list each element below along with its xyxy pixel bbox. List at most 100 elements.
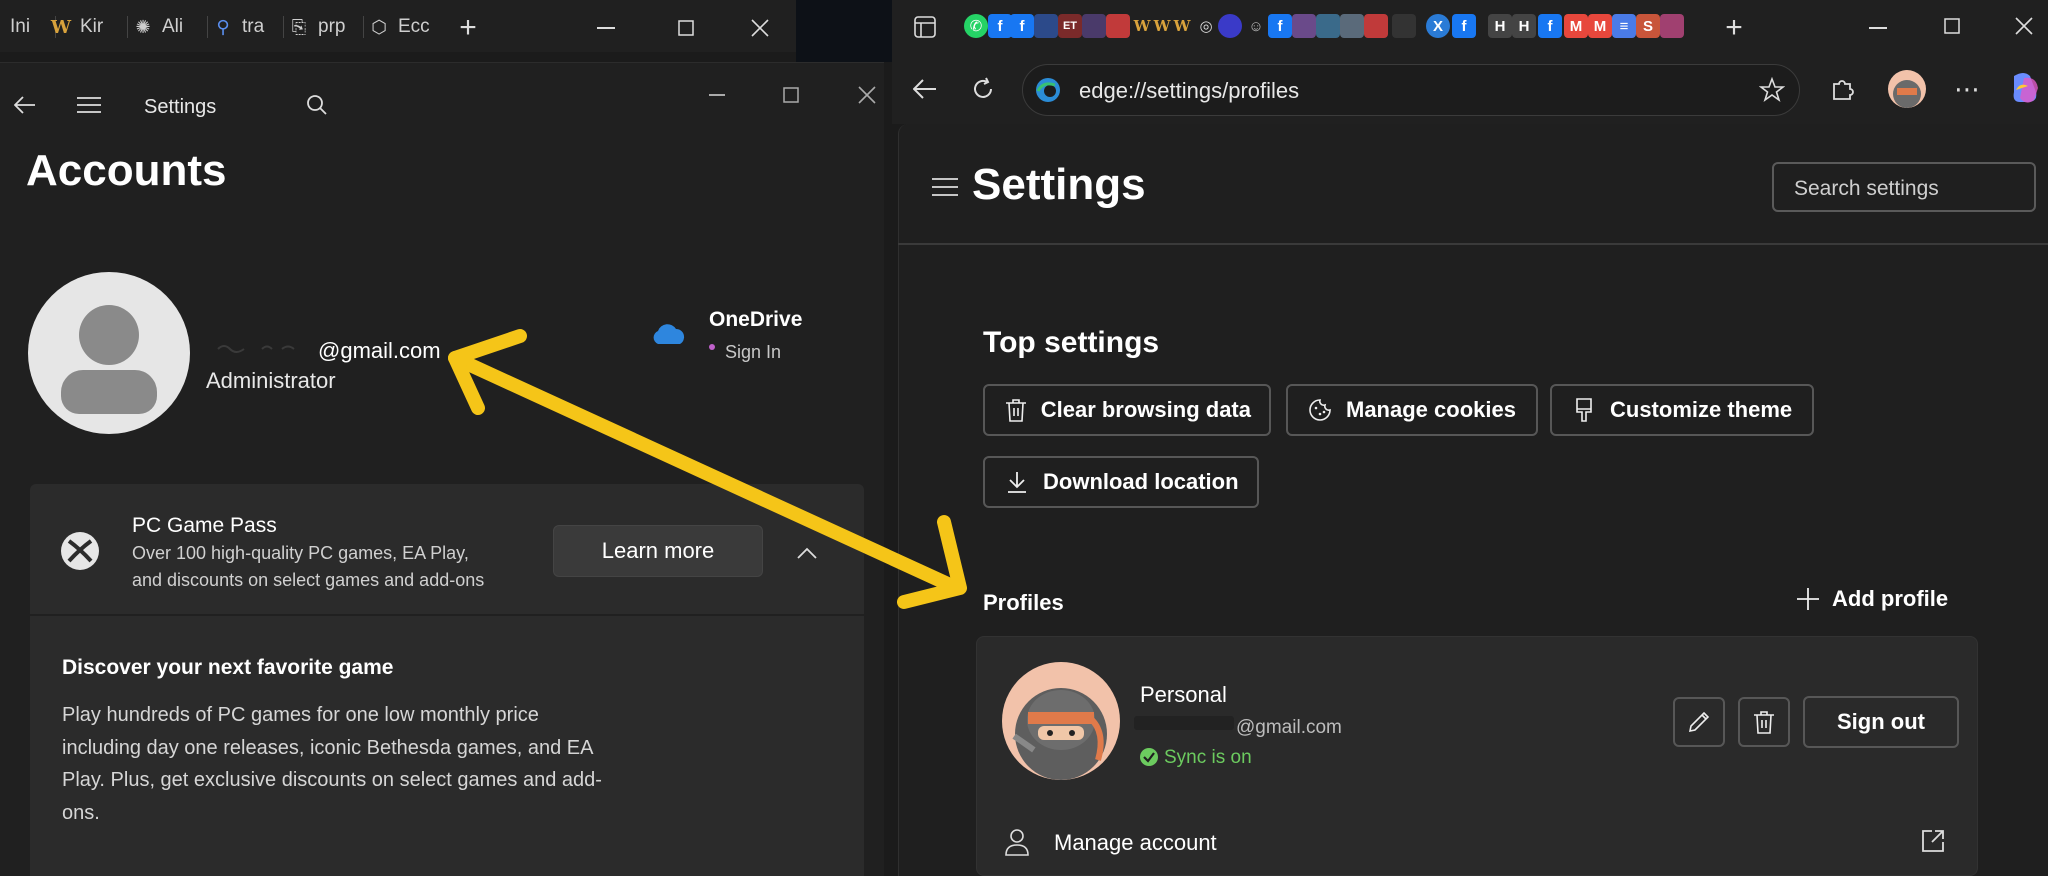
url-text: edge://settings/profiles — [1079, 78, 1300, 103]
site-icon[interactable]: ☺ — [1244, 14, 1268, 38]
delete-profile-button[interactable] — [1738, 697, 1790, 747]
tab-label: Kir — [80, 16, 104, 37]
left-browser-minimize-button[interactable] — [590, 12, 622, 44]
hamburger-menu-icon[interactable] — [74, 90, 104, 120]
left-tab-5[interactable]: ⎘ prp — [288, 10, 364, 44]
site-icon[interactable] — [1660, 14, 1684, 38]
edit-profile-button[interactable] — [1673, 697, 1725, 747]
discover-line3: Play. Plus, get exclusive discounts on s… — [62, 769, 602, 791]
copilot-icon[interactable] — [2006, 70, 2044, 113]
button-label: Customize theme — [1610, 397, 1793, 422]
extensions-icon[interactable] — [1826, 72, 1860, 106]
edge-settings-title: Settings — [972, 160, 1146, 209]
discover-line1: Play hundreds of PC games for one low mo… — [62, 704, 539, 726]
facebook-icon[interactable]: f — [1010, 14, 1034, 38]
favorite-star-icon[interactable] — [1758, 76, 1786, 108]
profile-ninja-avatar — [1002, 662, 1120, 780]
download-location-button[interactable]: Download location — [983, 456, 1259, 508]
settings-maximize-button[interactable] — [776, 80, 806, 110]
back-button[interactable] — [10, 90, 40, 120]
search-icon[interactable] — [302, 90, 332, 120]
clear-browsing-data-button[interactable]: Clear browsing data — [983, 384, 1271, 436]
onedrive-title[interactable]: OneDrive — [709, 308, 802, 332]
settings-minimize-button[interactable] — [702, 80, 732, 110]
tab-label: Ali — [162, 16, 184, 37]
edge-back-button[interactable] — [908, 72, 942, 106]
docs-icon[interactable]: ≡ — [1612, 14, 1636, 38]
desktop-gap — [796, 0, 892, 62]
site-icon[interactable]: S — [1636, 14, 1660, 38]
gmail-icon[interactable]: M — [1564, 14, 1588, 38]
site-icon[interactable] — [1106, 14, 1130, 38]
site-icon[interactable] — [1392, 14, 1416, 38]
site-icon[interactable] — [1082, 14, 1106, 38]
discover-line4: ons. — [62, 802, 100, 824]
globe-icon[interactable]: ◎ — [1194, 14, 1218, 38]
gmail-icon[interactable]: M — [1588, 14, 1612, 38]
edge-settings-menu-icon[interactable] — [930, 172, 960, 202]
add-profile-label: Add profile — [1832, 586, 1949, 611]
site-icon[interactable]: ET — [1058, 14, 1082, 38]
game-pass-desc-line2: and discounts on select games and add-on… — [132, 570, 485, 590]
external-link-icon[interactable] — [1920, 828, 1946, 859]
more-options-icon[interactable]: ⋯ — [1950, 72, 1984, 106]
account-avatar — [28, 272, 190, 434]
person-icon — [1004, 828, 1030, 861]
button-label: Manage cookies — [1346, 397, 1516, 422]
site-icon[interactable] — [1364, 14, 1388, 38]
search-settings-placeholder: Search settings — [1794, 177, 1939, 200]
new-tab-button[interactable]: + — [1718, 11, 1750, 44]
edge-close-button[interactable] — [2008, 10, 2040, 42]
tab-label: Ini — [10, 16, 31, 37]
left-tab-4[interactable]: ⚲ tra — [212, 10, 284, 44]
tab-actions-icon[interactable] — [910, 12, 940, 42]
manage-cookies-button[interactable]: Manage cookies — [1286, 384, 1538, 436]
discover-line2: including day one releases, iconic Bethe… — [62, 737, 594, 759]
left-browser-close-button[interactable] — [744, 12, 776, 44]
settings-close-button[interactable] — [852, 80, 882, 110]
address-bar[interactable]: edge://settings/profiles — [1022, 64, 1800, 116]
facebook-icon[interactable]: f — [988, 14, 1012, 38]
left-tab-6[interactable]: ⬡ Ecc — [368, 10, 440, 44]
cloud-icon[interactable] — [1316, 14, 1340, 38]
site-icon[interactable] — [1340, 14, 1364, 38]
add-profile-button[interactable]: Add profile — [1796, 586, 1948, 612]
left-browser-maximize-button[interactable] — [670, 12, 702, 44]
site-icon[interactable]: H — [1512, 14, 1536, 38]
blocked-page-icon: ⎘ — [291, 16, 307, 37]
download-icon — [1003, 468, 1031, 496]
profile-name: Personal — [1140, 682, 1227, 707]
edge-minimize-button[interactable] — [1862, 12, 1894, 44]
whatsapp-icon[interactable]: ✆ — [964, 14, 988, 38]
site-icon[interactable]: H — [1488, 14, 1512, 38]
facebook-icon[interactable]: f — [1452, 14, 1476, 38]
site-icon[interactable] — [1034, 14, 1058, 38]
button-label: Download location — [1043, 469, 1239, 494]
customize-theme-button[interactable]: Customize theme — [1550, 384, 1814, 436]
refresh-icon[interactable] — [966, 72, 1000, 106]
search-settings-input[interactable]: Search settings — [1772, 162, 2036, 212]
profile-email: @gmail.com — [1236, 717, 1342, 738]
w-logo-icon[interactable]: W — [1170, 14, 1194, 38]
sync-check-icon — [1140, 748, 1158, 771]
facebook-icon[interactable]: f — [1268, 14, 1292, 38]
left-tab-2[interactable]: W Kir — [50, 10, 128, 44]
shield-icon: ⬡ — [371, 16, 387, 37]
x-icon[interactable]: X — [1426, 14, 1450, 38]
site-icon[interactable] — [1292, 14, 1316, 38]
learn-more-button[interactable]: Learn more — [553, 525, 763, 577]
onedrive-status[interactable]: Sign In — [725, 342, 781, 363]
redacted-email-part — [1134, 716, 1234, 730]
sign-out-button[interactable]: Sign out — [1803, 696, 1959, 748]
edge-maximize-button[interactable] — [1936, 10, 1968, 42]
discover-title: Discover your next favorite game — [62, 656, 394, 679]
facebook-icon[interactable]: f — [1538, 14, 1562, 38]
profile-avatar[interactable] — [1888, 70, 1926, 108]
pencil-icon — [1688, 711, 1710, 733]
signin-status-dot — [709, 344, 715, 350]
collapse-chevron-up-icon[interactable] — [792, 538, 822, 568]
new-tab-button[interactable]: + — [452, 11, 484, 44]
site-icon[interactable] — [1218, 14, 1242, 38]
manage-account-link[interactable]: Manage account — [1054, 830, 1217, 856]
left-tab-3[interactable]: ✺ Ali — [132, 10, 208, 44]
